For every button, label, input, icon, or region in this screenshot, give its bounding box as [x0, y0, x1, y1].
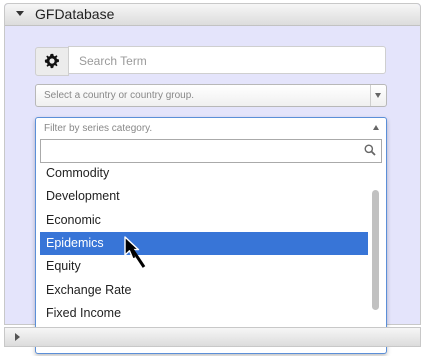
- country-select-placeholder: Select a country or country group.: [44, 90, 195, 101]
- category-filter-input[interactable]: [40, 139, 382, 163]
- panel-header[interactable]: GFDatabase: [5, 4, 420, 26]
- country-select[interactable]: Select a country or country group.: [35, 84, 387, 107]
- option-economic[interactable]: Economic: [40, 209, 368, 232]
- scrollbar-thumb[interactable]: [372, 190, 379, 310]
- collapse-triangle-icon[interactable]: [16, 11, 24, 16]
- category-options-list[interactable]: Commodity Development Economic Epidemics Equ…: [40, 164, 369, 350]
- search-input[interactable]: Search Term: [68, 46, 386, 74]
- settings-button[interactable]: [35, 47, 69, 76]
- category-scrollbar[interactable]: [370, 164, 382, 350]
- gear-icon: [44, 53, 59, 69]
- option-fixed-income[interactable]: Fixed Income: [40, 302, 368, 325]
- option-equity[interactable]: Equity: [40, 255, 368, 278]
- country-select-toggle[interactable]: [370, 85, 386, 106]
- option-commodity[interactable]: Commodity: [40, 164, 368, 185]
- category-dropdown[interactable]: Filter by series category. Commodity Deve…: [35, 117, 387, 354]
- chevron-up-icon[interactable]: [373, 125, 379, 130]
- collapsed-panel-header[interactable]: [4, 327, 421, 347]
- panel-title: GFDatabase: [35, 6, 115, 22]
- expand-triangle-icon[interactable]: [15, 333, 20, 341]
- search-icon: [364, 144, 376, 156]
- chevron-down-icon: [375, 93, 381, 98]
- mouse-pointer-icon: [124, 236, 146, 268]
- category-select-placeholder: Filter by series category.: [44, 123, 153, 134]
- option-epidemics[interactable]: Epidemics: [40, 231, 368, 255]
- option-development[interactable]: Development: [40, 185, 368, 208]
- search-placeholder: Search Term: [79, 54, 147, 68]
- option-exchange-rate[interactable]: Exchange Rate: [40, 279, 368, 302]
